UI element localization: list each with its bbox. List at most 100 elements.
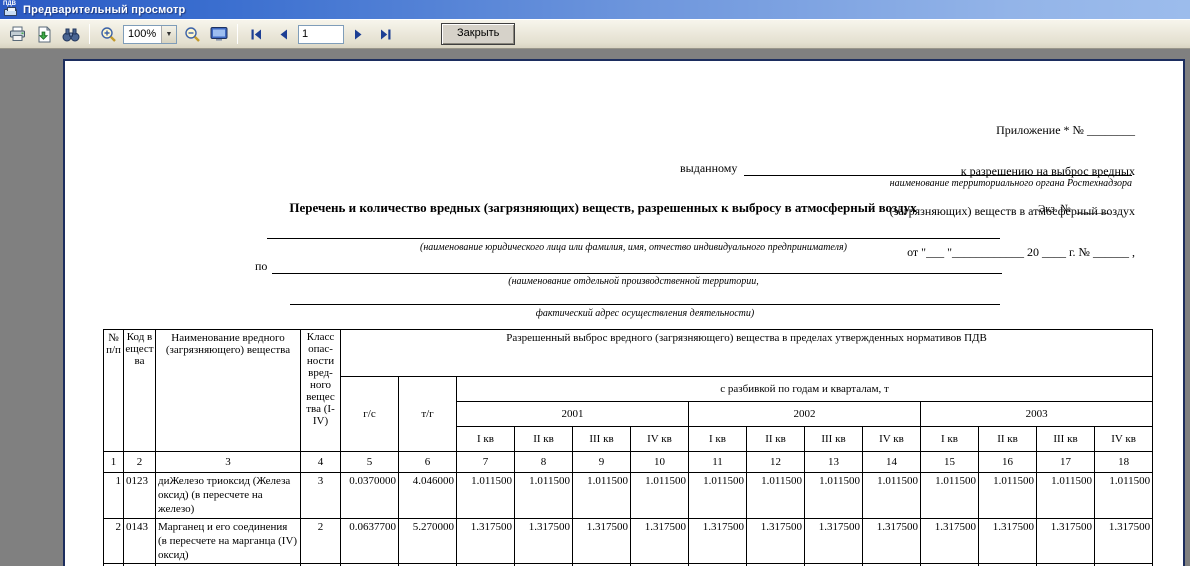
fill-in-line xyxy=(267,238,1000,239)
cell-name: диЖелезо триоксид (Железа оксид) (в пере… xyxy=(156,473,301,519)
cell-quarter: 1.011500 xyxy=(689,473,747,519)
cell-quarter: 1.317500 xyxy=(457,519,515,564)
col-number: 5 xyxy=(341,452,399,473)
next-page-icon xyxy=(353,28,365,41)
toolbar-separator xyxy=(237,24,238,44)
quarter-header: IV кв xyxy=(1095,427,1153,452)
quarter-header: II кв xyxy=(747,427,805,452)
cell-name: Марганец и его соединения (в пересчете н… xyxy=(156,519,301,564)
last-page-icon xyxy=(379,28,393,41)
toolbar: 100% ▼ xyxy=(0,19,1190,49)
cell-class: 3 xyxy=(301,473,341,519)
cell-code: 0123 xyxy=(124,473,156,519)
emissions-table: № п/п Код вещества Наименование вредного… xyxy=(103,329,1153,566)
close-button[interactable]: Закрыть xyxy=(441,23,515,45)
page-setup-button[interactable] xyxy=(32,22,56,46)
zoom-out-button[interactable] xyxy=(180,22,204,46)
full-page-view-button[interactable] xyxy=(207,22,231,46)
cell-num: 1 xyxy=(104,473,124,519)
last-page-button[interactable] xyxy=(374,22,398,46)
address-caption: фактический адрес осуществления деятельн… xyxy=(290,308,1000,319)
cell-quarter: 1.317500 xyxy=(689,519,747,564)
col-header-gs: г/с xyxy=(341,377,399,452)
cell-gs: 0.0637700 xyxy=(341,519,399,564)
fill-in-line xyxy=(290,304,1000,305)
cell-quarter: 1.317500 xyxy=(747,519,805,564)
quarter-header: II кв xyxy=(979,427,1037,452)
cell-quarter: 1.317500 xyxy=(631,519,689,564)
chevron-down-icon[interactable]: ▼ xyxy=(161,26,176,43)
first-page-icon xyxy=(249,28,263,41)
col-number: 15 xyxy=(921,452,979,473)
monitor-icon xyxy=(210,26,228,42)
col-number: 4 xyxy=(301,452,341,473)
col-number: 12 xyxy=(747,452,805,473)
zoom-out-icon xyxy=(184,26,201,43)
cell-quarter: 1.317500 xyxy=(1037,519,1095,564)
quarter-header: III кв xyxy=(573,427,631,452)
cell-quarter: 1.011500 xyxy=(457,473,515,519)
toolbar-separator xyxy=(89,24,90,44)
col-number: 14 xyxy=(863,452,921,473)
cell-quarter: 1.011500 xyxy=(747,473,805,519)
cell-class: 2 xyxy=(301,519,341,564)
previous-page-button[interactable] xyxy=(271,22,295,46)
cell-code: 0143 xyxy=(124,519,156,564)
col-number: 6 xyxy=(399,452,457,473)
col-number: 11 xyxy=(689,452,747,473)
col-header-breakdown: с разбивкой по годам и кварталам, т xyxy=(457,377,1153,402)
col-number: 2 xyxy=(124,452,156,473)
year-header: 2002 xyxy=(689,402,921,427)
col-header-pdv: Разрешенный выброс вредного (загрязняюще… xyxy=(341,330,1153,377)
po-label: по xyxy=(255,259,267,274)
quarter-header: III кв xyxy=(805,427,863,452)
cell-quarter: 1.011500 xyxy=(515,473,573,519)
print-preview-window: ПДВ Предварительный просмотр xyxy=(0,0,1190,566)
cell-quarter: 1.011500 xyxy=(573,473,631,519)
print-button[interactable] xyxy=(5,22,29,46)
window-title: Предварительный просмотр xyxy=(23,4,185,16)
find-button[interactable] xyxy=(59,22,83,46)
col-header-code: Код вещества xyxy=(124,330,156,452)
emissions-table-wrapper: № п/п Код вещества Наименование вредного… xyxy=(103,329,1153,566)
table-row: 2 0143 Марганец и его соединения (в пере… xyxy=(104,519,1153,564)
first-page-button[interactable] xyxy=(244,22,268,46)
document-title: Перечень и количество вредных (загрязняю… xyxy=(103,200,1103,216)
page-number-input[interactable] xyxy=(298,25,344,44)
cell-quarter: 1.317500 xyxy=(573,519,631,564)
zoom-level-select[interactable]: 100% ▼ xyxy=(123,25,177,44)
zoom-in-button[interactable] xyxy=(96,22,120,46)
cell-quarter: 1.317500 xyxy=(1095,519,1153,564)
binoculars-icon xyxy=(62,27,80,42)
col-number: 1 xyxy=(104,452,124,473)
cell-quarter: 1.011500 xyxy=(1095,473,1153,519)
previous-page-icon xyxy=(277,28,289,41)
quarter-header: IV кв xyxy=(631,427,689,452)
cell-quarter: 1.317500 xyxy=(979,519,1037,564)
cell-quarter: 1.317500 xyxy=(863,519,921,564)
col-number: 10 xyxy=(631,452,689,473)
appendix-block: Приложение * № ________ к разрешению на … xyxy=(890,97,1135,286)
col-number: 8 xyxy=(515,452,573,473)
quarter-header: III кв xyxy=(1037,427,1095,452)
year-header: 2003 xyxy=(921,402,1153,427)
cell-quarter: 1.317500 xyxy=(921,519,979,564)
zoom-in-icon xyxy=(100,26,117,43)
cell-quarter: 1.011500 xyxy=(805,473,863,519)
page-export-icon xyxy=(36,26,53,43)
territory-caption: (наименование отдельной производственной… xyxy=(267,276,1000,287)
col-header-num: № п/п xyxy=(104,330,124,452)
cell-quarter: 1.011500 xyxy=(921,473,979,519)
cell-gs: 0.0370000 xyxy=(341,473,399,519)
col-header-name: Наименование вредного (загрязняющего) ве… xyxy=(156,330,301,452)
preview-area: Приложение * № ________ к разрешению на … xyxy=(0,49,1190,566)
printer-icon xyxy=(9,26,26,42)
next-page-button[interactable] xyxy=(347,22,371,46)
col-number: 7 xyxy=(457,452,515,473)
copy-number-label: Экз. № ______ xyxy=(1038,203,1109,215)
fill-in-line xyxy=(744,161,1132,176)
quarter-header: I кв xyxy=(457,427,515,452)
app-pdv-icon: ПДВ xyxy=(3,2,19,17)
col-number: 9 xyxy=(573,452,631,473)
cell-quarter: 1.011500 xyxy=(979,473,1037,519)
